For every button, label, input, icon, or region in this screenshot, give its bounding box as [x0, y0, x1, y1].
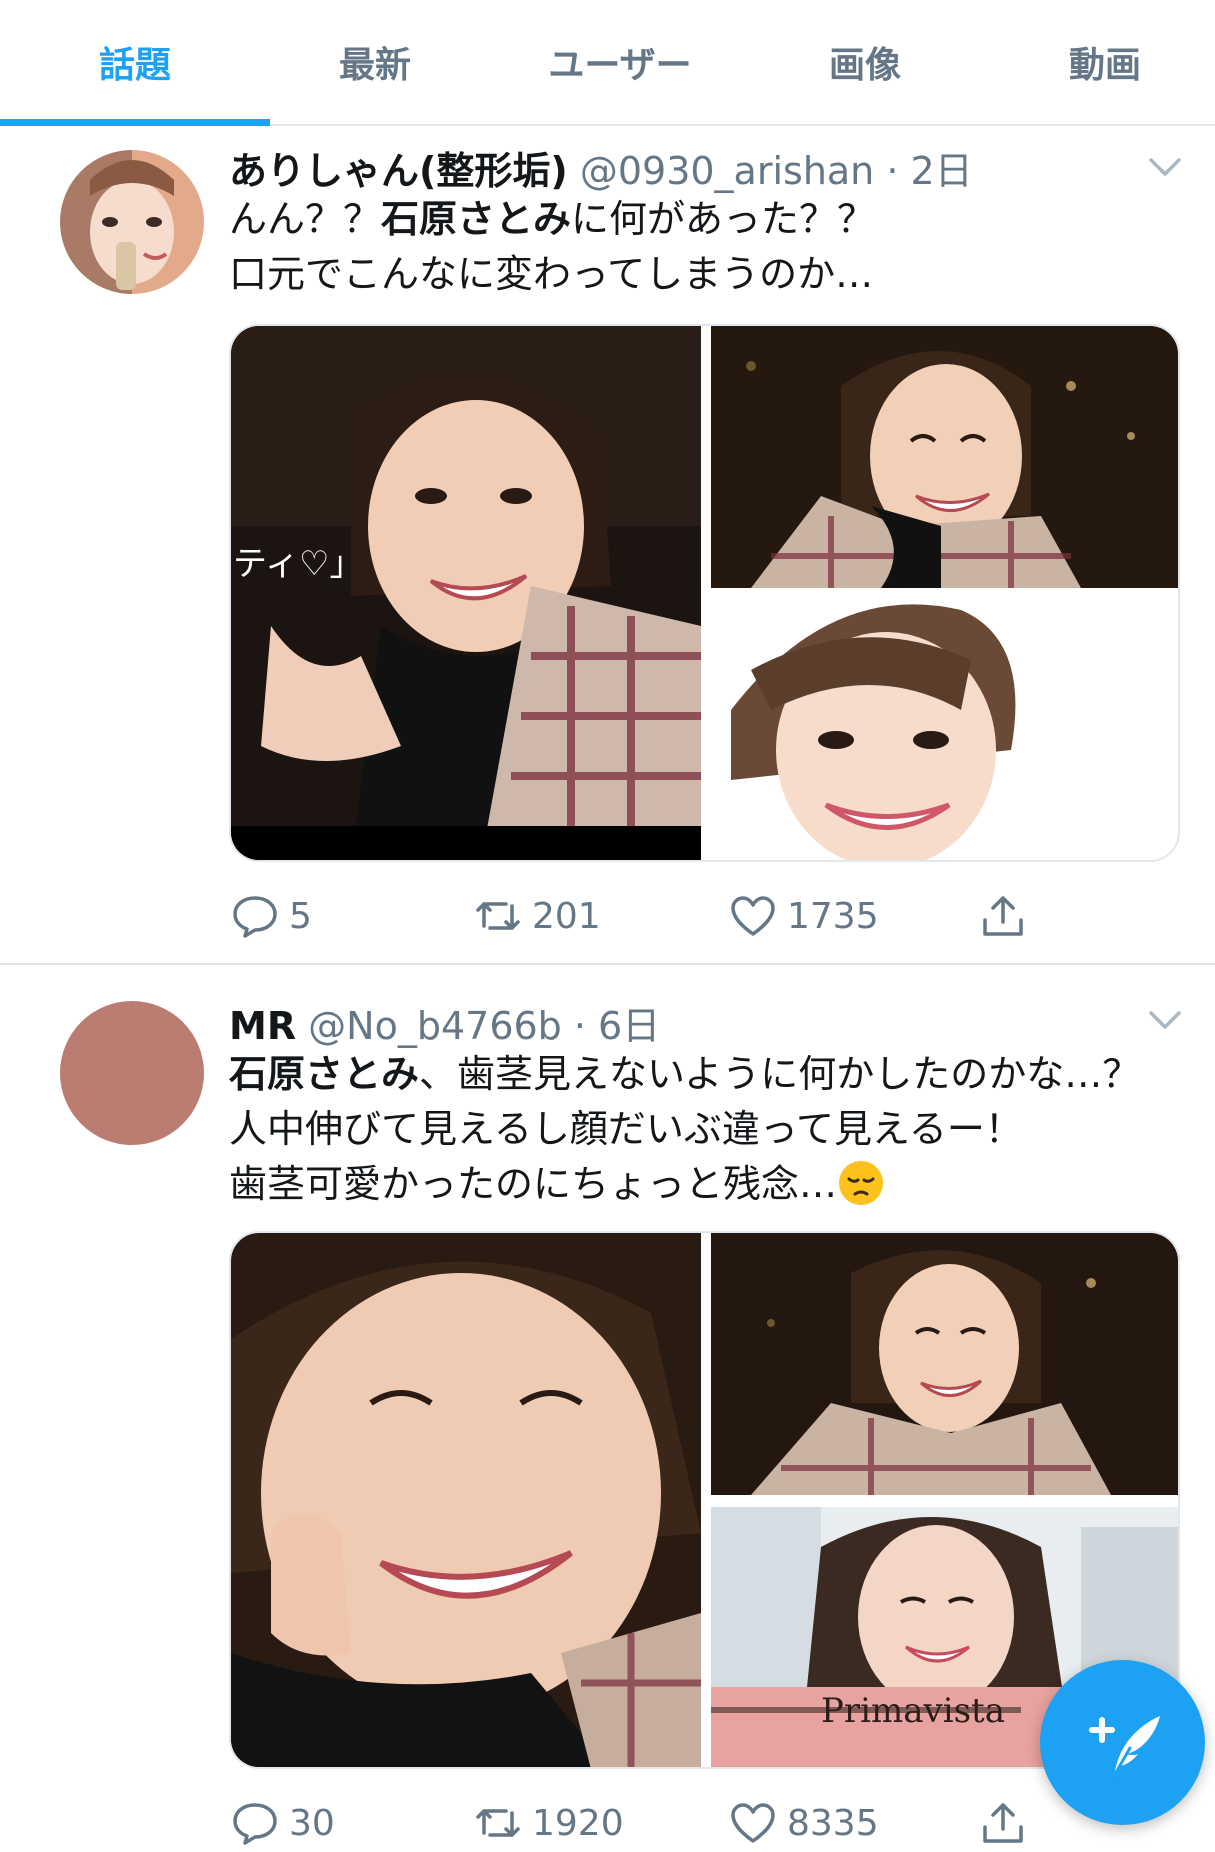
- media-grid: Primavista: [229, 1231, 1180, 1769]
- display-name[interactable]: MR: [229, 1004, 296, 1048]
- heart-icon: [731, 896, 775, 936]
- tab-videos[interactable]: 動画: [970, 0, 1215, 124]
- text-line: 口元でこんなに変わってしまうのか…: [229, 252, 874, 296]
- retweet-count: 1920: [532, 1802, 624, 1844]
- tweet[interactable]: MR @No_b4766b · 6日 石原さとみ、歯茎見えないように何かしたのか…: [0, 965, 1215, 1852]
- reply-button[interactable]: 30: [231, 1793, 335, 1852]
- chevron-down-icon[interactable]: [1145, 146, 1185, 186]
- avatar[interactable]: [60, 1001, 204, 1145]
- text-fragment: んん？？: [229, 197, 382, 241]
- text-fragment: 、歯茎見えないように何かしたのかな…？: [419, 1052, 1141, 1096]
- reply-icon: [233, 1803, 277, 1845]
- tweet-image[interactable]: ティ♡」: [231, 326, 701, 860]
- heart-icon: [731, 1803, 775, 1843]
- compose-tweet-icon: [1088, 1715, 1160, 1777]
- share-button[interactable]: [979, 886, 1037, 946]
- media-grid: ティ♡」: [229, 324, 1180, 862]
- retweet-count: 201: [532, 895, 601, 937]
- retweet-button[interactable]: 201: [474, 886, 601, 946]
- like-button[interactable]: 8335: [729, 1793, 879, 1852]
- tab-users[interactable]: ユーザー: [485, 0, 755, 124]
- tweet-text: んん？？石原さとみに何があった？？ 口元でこんなに変わってしまうのか…: [229, 192, 1175, 302]
- tweet-header: MR @No_b4766b · 6日: [229, 995, 1125, 1048]
- search-keyword: 石原さとみ: [229, 1052, 420, 1096]
- share-icon: [983, 1803, 1023, 1843]
- tab-trending[interactable]: 話題: [0, 0, 270, 124]
- display-name[interactable]: ありしゃん(整形垢): [229, 149, 568, 193]
- share-button[interactable]: [979, 1793, 1037, 1852]
- retweet-button[interactable]: 1920: [474, 1793, 624, 1852]
- tab-images[interactable]: 画像: [730, 0, 1000, 124]
- reply-count: 5: [289, 895, 312, 937]
- search-tabs: 話題 最新 ユーザー 画像 動画: [0, 0, 1215, 126]
- search-keyword: 石原さとみ: [381, 197, 572, 241]
- reply-button[interactable]: 5: [231, 886, 312, 946]
- reply-icon: [233, 896, 277, 938]
- user-handle[interactable]: @No_b4766b: [308, 1004, 562, 1048]
- like-button[interactable]: 1735: [729, 886, 879, 946]
- active-tab-indicator: [0, 119, 270, 126]
- tweet-time[interactable]: · 2日: [886, 149, 972, 193]
- like-count: 8335: [787, 1802, 879, 1844]
- pensive-face-emoji: [839, 1161, 884, 1205]
- chevron-down-icon[interactable]: [1145, 999, 1185, 1039]
- text-line: 人中伸びて見えるし顔だいぶ違って見えるー！: [229, 1107, 1023, 1151]
- tab-latest[interactable]: 最新: [240, 0, 510, 124]
- like-count: 1735: [787, 895, 879, 937]
- compose-tweet-button[interactable]: [1040, 1660, 1205, 1825]
- share-icon: [983, 896, 1023, 936]
- text-fragment: 歯茎可愛かったのにちょっと残念…: [229, 1162, 838, 1206]
- tweet-image[interactable]: [231, 1233, 701, 1767]
- image-caption: ティ♡」: [233, 544, 364, 584]
- retweet-icon: [476, 1809, 520, 1837]
- user-handle[interactable]: @0930_arishan: [580, 149, 874, 193]
- tweet[interactable]: ありしゃん(整形垢) @0930_arishan · 2日 んん？？石原さとみに…: [0, 126, 1215, 964]
- tweet-image[interactable]: [711, 326, 1178, 588]
- reply-count: 30: [289, 1802, 335, 1844]
- tweet-text: 石原さとみ、歯茎見えないように何かしたのかな…？ 人中伸びて見えるし顔だいぶ違っ…: [229, 1047, 1175, 1212]
- tweet-image[interactable]: [711, 600, 1178, 860]
- tweet-actions: 5 201 1735: [229, 886, 1180, 946]
- tweet-actions: 30 1920 8335: [229, 1793, 1180, 1852]
- avatar[interactable]: [60, 150, 204, 294]
- retweet-icon: [476, 902, 520, 930]
- tweet-image[interactable]: [711, 1233, 1178, 1495]
- tweet-time[interactable]: · 6日: [574, 1004, 660, 1048]
- image-caption: Primavista: [821, 1691, 1005, 1731]
- tweet-header: ありしゃん(整形垢) @0930_arishan · 2日: [229, 140, 1125, 193]
- text-fragment: に何があった？？: [571, 197, 876, 241]
